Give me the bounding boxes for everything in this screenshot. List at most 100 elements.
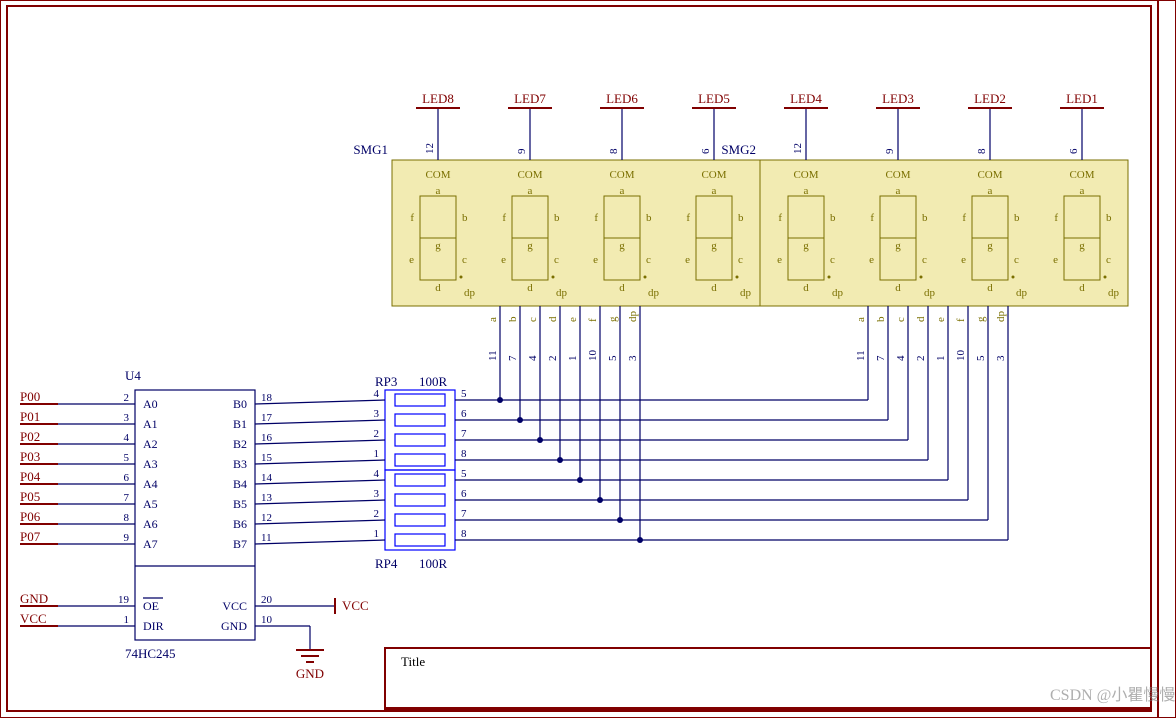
svg-text:f: f [587,318,599,322]
svg-text:c: c [646,254,651,266]
smg2-body [760,160,1128,306]
svg-text:c: c [895,317,907,322]
com-label: COM [609,169,634,181]
led-top-pin-num: 6 [1068,148,1080,154]
svg-text:4: 4 [527,355,539,361]
u4-left-net: P06 [20,509,41,524]
svg-text:GND: GND [221,619,247,633]
smg1-label: SMG1 [353,142,388,157]
svg-text:d: d [547,316,559,322]
u4-left-net: P07 [20,529,41,544]
svg-text:5: 5 [461,468,467,480]
svg-text:a: a [988,185,993,197]
svg-text:11: 11 [855,350,867,361]
svg-text:2: 2 [374,428,380,440]
led-top-pin-num: 8 [976,148,988,154]
rp3-ref: RP3 [375,374,397,389]
svg-text:B4: B4 [233,477,247,491]
svg-text:g: g [975,316,987,322]
svg-text:dp: dp [924,287,936,299]
svg-text:16: 16 [261,432,273,444]
led-net-label: LED5 [698,91,730,106]
svg-text:e: e [567,317,579,322]
svg-text:b: b [875,316,887,322]
svg-text:e: e [501,254,506,266]
svg-text:DIR: DIR [143,619,164,633]
vcc-symbol-label: VCC [342,598,369,613]
svg-text:e: e [961,254,966,266]
com-label: COM [977,169,1002,181]
svg-text:A5: A5 [143,497,158,511]
svg-text:7: 7 [507,355,519,361]
svg-text:d: d [711,282,717,294]
svg-text:dp: dp [1108,287,1120,299]
led-net-label: LED6 [606,91,638,106]
com-label: COM [793,169,818,181]
rp3-val: 100R [419,374,448,389]
svg-text:3: 3 [124,412,130,424]
u4-left-net: P02 [20,429,40,444]
title-block: Title [385,648,1151,710]
svg-text:g: g [803,240,809,252]
svg-text:b: b [554,212,560,224]
svg-text:e: e [593,254,598,266]
led-net-label: LED4 [790,91,822,106]
svg-text:d: d [803,282,809,294]
svg-text:11: 11 [487,350,499,361]
svg-text:4: 4 [124,432,130,444]
u4-left-net: P03 [20,449,40,464]
svg-text:4: 4 [374,388,380,400]
svg-text:7: 7 [461,508,467,520]
com-label: COM [701,169,726,181]
svg-text:B3: B3 [233,457,247,471]
svg-text:c: c [830,254,835,266]
svg-text:a: a [712,185,717,197]
svg-text:4: 4 [374,468,380,480]
svg-text:1: 1 [374,528,380,540]
svg-text:14: 14 [261,472,273,484]
svg-text:e: e [1053,254,1058,266]
svg-text:A2: A2 [143,437,158,451]
led-top-pin-num: 9 [516,148,528,154]
svg-text:3: 3 [374,488,380,500]
svg-text:dp: dp [464,287,476,299]
svg-text:a: a [896,185,901,197]
led-net-label: LED3 [882,91,914,106]
svg-text:e: e [409,254,414,266]
svg-text:a: a [620,185,625,197]
svg-text:f: f [686,212,690,224]
svg-text:d: d [527,282,533,294]
svg-text:c: c [1014,254,1019,266]
led-top-pin-num: 8 [608,148,620,154]
svg-text:1: 1 [567,356,579,362]
svg-text:g: g [607,316,619,322]
svg-text:1: 1 [374,448,380,460]
svg-text:A4: A4 [143,477,158,491]
svg-text:2: 2 [374,508,380,520]
svg-text:A7: A7 [143,537,158,551]
svg-text:b: b [830,212,836,224]
u4-part: 74HC245 [125,646,176,661]
svg-text:GND: GND [20,591,48,606]
svg-text:VCC: VCC [20,611,47,626]
com-label: COM [425,169,450,181]
svg-text:10: 10 [587,350,599,362]
com-label: COM [885,169,910,181]
svg-text:6: 6 [461,408,467,420]
svg-text:c: c [527,317,539,322]
svg-text:OE: OE [143,599,159,613]
title-label: Title [401,654,425,669]
svg-text:c: c [1106,254,1111,266]
svg-text:7: 7 [124,492,130,504]
svg-text:a: a [487,317,499,322]
svg-text:dp: dp [995,311,1007,323]
smg1-body [392,160,760,306]
svg-text:g: g [895,240,901,252]
svg-text:6: 6 [461,488,467,500]
rp4-val: 100R [419,556,448,571]
svg-text:b: b [646,212,652,224]
svg-text:b: b [1106,212,1112,224]
svg-text:15: 15 [261,452,273,464]
svg-text:c: c [554,254,559,266]
com-label: COM [517,169,542,181]
